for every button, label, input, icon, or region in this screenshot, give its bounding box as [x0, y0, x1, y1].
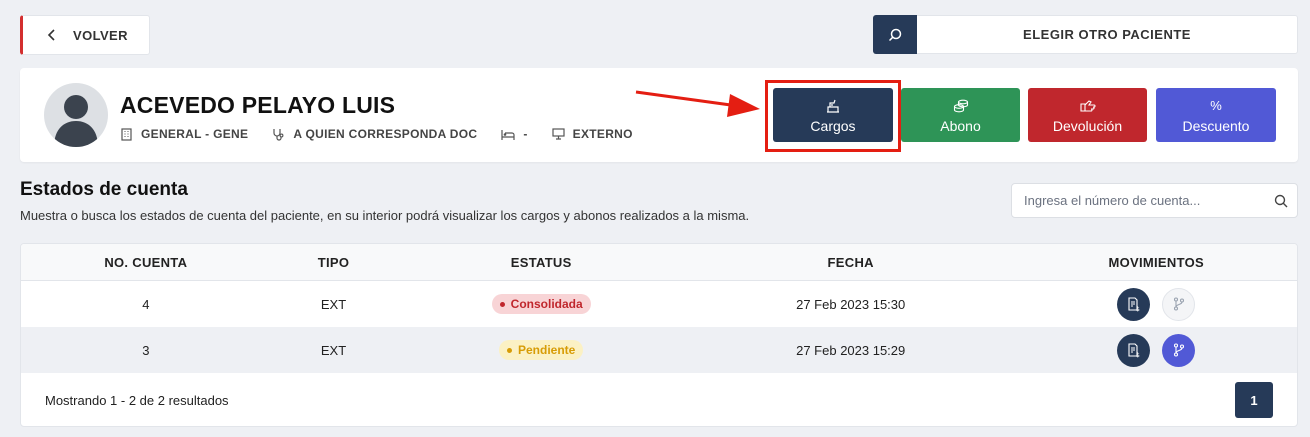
status-badge: Pendiente — [499, 340, 584, 360]
svg-text:$: $ — [1136, 306, 1140, 312]
choose-patient-button[interactable]: ELEGIR OTRO PACIENTE — [917, 15, 1298, 54]
monitor-icon — [552, 128, 565, 140]
patient-type: EXTERNO — [552, 127, 633, 141]
table-header: NO. CUENTA TIPO ESTATUS FECHA MOVIMIENTO… — [21, 244, 1297, 281]
table-row[interactable]: 4 EXT Consolidada 27 Feb 2023 15:30 $ — [21, 281, 1297, 327]
patient-doctor: A QUIEN CORRESPONDA DOC — [272, 127, 477, 141]
branch-icon — [1173, 297, 1184, 311]
invoice-button[interactable]: $ — [1117, 333, 1151, 367]
abono-button[interactable]: Abono — [901, 88, 1020, 142]
col-tipo: TIPO — [317, 254, 350, 270]
invoice-icon: $ — [1128, 342, 1140, 358]
avatar — [44, 83, 108, 147]
building-icon — [121, 127, 132, 141]
cell-date: 27 Feb 2023 15:30 — [796, 296, 906, 312]
patient-name: ACEVEDO PELAYO LUIS — [120, 92, 396, 118]
cell-number: 4 — [142, 296, 150, 312]
section-description: Muestra o busca los estados de cuenta de… — [20, 208, 750, 223]
section-title: Estados de cuenta — [20, 179, 188, 200]
results-summary: Mostrando 1 - 2 de 2 resultados — [45, 392, 229, 408]
branch-button[interactable] — [1162, 287, 1196, 321]
stethoscope-icon — [273, 128, 284, 141]
col-estatus: ESTATUS — [510, 254, 572, 270]
highlight-box — [765, 80, 901, 152]
search-icon — [888, 28, 902, 41]
patient-bed: - — [501, 127, 527, 141]
cell-number: 3 — [142, 342, 150, 358]
cell-date: 27 Feb 2023 15:29 — [796, 342, 906, 358]
invoice-icon: $ — [1128, 296, 1140, 312]
devolucion-button[interactable]: Devolución — [1028, 88, 1147, 142]
account-search-input[interactable] — [1024, 193, 1265, 208]
patient-area: GENERAL - GENE — [120, 127, 248, 141]
invoice-button[interactable]: $ — [1117, 287, 1151, 321]
col-movimientos: MOVIMIENTOS — [1108, 254, 1204, 270]
col-numero: NO. CUENTA — [104, 254, 188, 270]
return-hand-icon — [1079, 97, 1097, 115]
search-patient-button[interactable] — [873, 15, 917, 54]
account-search — [1011, 183, 1298, 218]
table-footer: Mostrando 1 - 2 de 2 resultados 1 — [21, 373, 1297, 426]
branch-icon — [1173, 343, 1184, 357]
annotation-arrow — [635, 90, 760, 117]
accounts-table: NO. CUENTA TIPO ESTATUS FECHA MOVIMIENTO… — [20, 243, 1298, 427]
chevron-left-icon — [47, 28, 61, 42]
percent-icon: % — [1210, 98, 1222, 113]
cell-type: EXT — [320, 296, 347, 312]
patient-meta: GENERAL - GENE A QUIEN CORRESPONDA DOC -… — [120, 127, 657, 141]
svg-text:$: $ — [1136, 352, 1140, 358]
status-badge: Consolidada — [491, 294, 591, 314]
search-icon[interactable] — [1265, 194, 1297, 208]
pagination-page-button[interactable]: 1 — [1235, 382, 1273, 418]
branch-button[interactable] — [1162, 333, 1196, 367]
table-row[interactable]: 3 EXT Pendiente 27 Feb 2023 15:29 $ — [21, 327, 1297, 373]
bed-icon — [501, 129, 515, 140]
cell-type: EXT — [320, 342, 347, 358]
descuento-button[interactable]: % Descuento — [1156, 88, 1276, 142]
choose-patient-control[interactable]: ELEGIR OTRO PACIENTE — [873, 15, 1298, 54]
col-fecha: FECHA — [827, 254, 874, 270]
coins-icon — [953, 97, 969, 115]
back-button[interactable]: VOLVER — [20, 15, 150, 55]
back-button-label: VOLVER — [73, 27, 128, 43]
